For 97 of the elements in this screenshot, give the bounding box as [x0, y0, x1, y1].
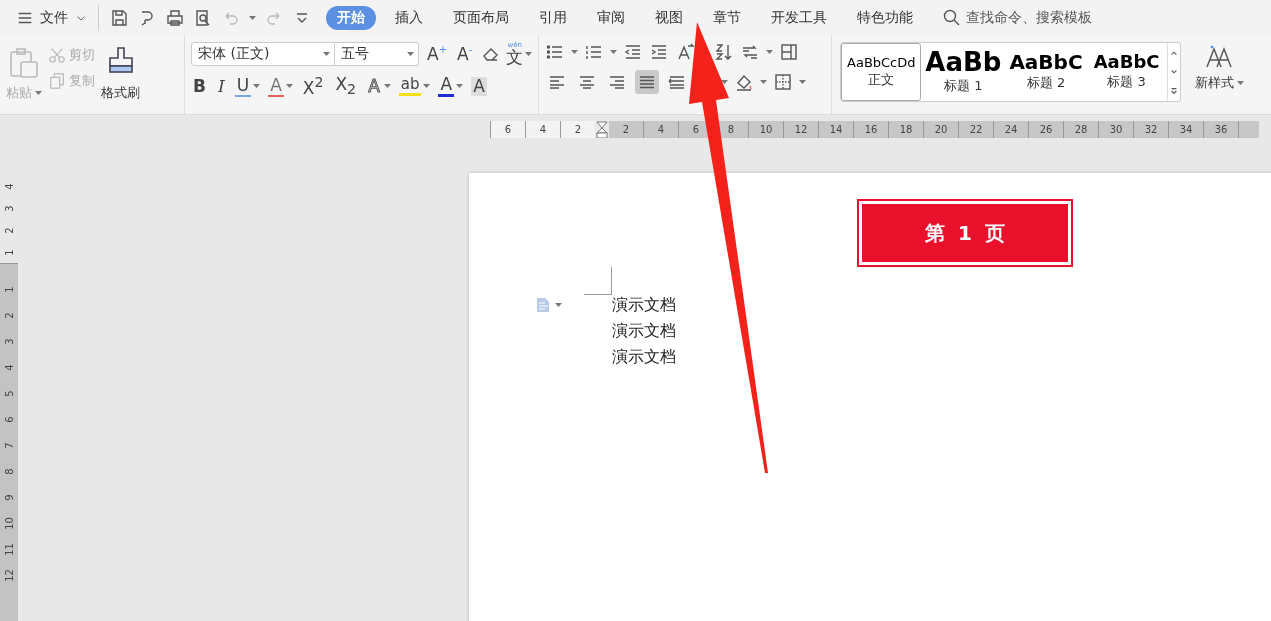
save-icon[interactable]: [109, 8, 129, 28]
superscript-button[interactable]: X$^{2}$: [300, 74, 326, 98]
ruler-number: 2: [3, 311, 15, 319]
format-painter-button[interactable]: 格式刷: [101, 84, 140, 102]
style-preset[interactable]: AaBbC 标题 3: [1086, 43, 1167, 101]
ribbon-tab[interactable]: 插入: [384, 6, 434, 30]
font-size-field[interactable]: 五号: [335, 42, 419, 66]
shading-icon[interactable]: [734, 72, 755, 92]
ruler-number: 3: [3, 204, 15, 212]
ribbon-tab[interactable]: 章节: [702, 6, 752, 30]
ribbon-tab[interactable]: 视图: [644, 6, 694, 30]
search-field[interactable]: 查找命令、搜索模板: [966, 9, 1092, 27]
ruler-number: 5: [3, 389, 15, 397]
ribbon-tab[interactable]: 审阅: [586, 6, 636, 30]
underline-button[interactable]: U: [234, 74, 261, 98]
ribbon-tab[interactable]: 引用: [528, 6, 578, 30]
ribbon-tab[interactable]: 开发工具: [760, 6, 838, 30]
ruler-number: 7: [3, 441, 15, 449]
ruler-number: 11: [3, 542, 15, 556]
grow-button[interactable]: A$^{+}$: [425, 42, 450, 66]
text-direction-icon[interactable]: [675, 42, 696, 62]
italic-button[interactable]: I: [215, 74, 227, 98]
caret-icon[interactable]: [555, 303, 562, 307]
ruler-number: 4: [3, 363, 15, 371]
caret-icon[interactable]: [525, 52, 533, 56]
new-style-icon[interactable]: [1204, 44, 1235, 70]
frame-icon[interactable]: [779, 42, 800, 62]
search-icon[interactable]: [942, 8, 962, 28]
ruler-number: 1: [3, 285, 15, 293]
ruler-number: 12: [784, 120, 819, 138]
file-menu[interactable]: 文件: [40, 9, 68, 27]
ruler-number: 8: [3, 467, 15, 475]
bold-button[interactable]: B: [191, 74, 208, 98]
font-family-field[interactable]: 宋体 (正文): [191, 42, 335, 66]
caret-icon[interactable]: [249, 16, 256, 20]
ruler-number: 4: [644, 120, 679, 138]
ruler-number: 6: [490, 120, 525, 138]
ruler-number: 16: [854, 120, 889, 138]
style-preset[interactable]: AaBbCcDd 正文: [841, 43, 922, 101]
document-text-line: 演示文档: [612, 294, 676, 316]
ruler-number: 10: [749, 120, 784, 138]
shrink-button[interactable]: A$^{-}$: [455, 42, 475, 66]
scroll-down-icon[interactable]: [1169, 68, 1178, 76]
caret-icon[interactable]: [571, 50, 579, 54]
caret-icon[interactable]: [285, 84, 293, 88]
margin-corner-mark: [584, 267, 612, 295]
caret-icon[interactable]: [456, 84, 464, 88]
ruler-number: 20: [924, 120, 959, 138]
expand-icon[interactable]: [1169, 87, 1178, 96]
ruler-number: 28: [1064, 120, 1099, 138]
indent-marker-icon[interactable]: [595, 120, 609, 138]
ruler-number: 2: [560, 120, 595, 138]
ruler-number: 10: [3, 516, 15, 530]
document-text-line: 演示文档: [612, 320, 676, 342]
ruler-number: 14: [819, 120, 854, 138]
caret-icon[interactable]: [423, 84, 431, 88]
caret-icon[interactable]: [253, 84, 261, 88]
ruler-number: 32: [1134, 120, 1169, 138]
ruler-number: 2: [3, 226, 15, 234]
subscript-button[interactable]: X$_{2}$: [333, 74, 359, 98]
ruler-number: 34: [1169, 120, 1204, 138]
ruler-number: 4: [3, 182, 15, 190]
strike-button[interactable]: A: [268, 74, 293, 98]
ribbon-tab[interactable]: 特色功能: [846, 6, 924, 30]
ruler-number: 4: [525, 120, 560, 138]
ruler-number: 26: [1029, 120, 1064, 138]
new-style-button[interactable]: 新样式: [1194, 74, 1244, 92]
ruler-number: 36: [1204, 120, 1239, 138]
border-icon[interactable]: [773, 72, 794, 92]
ruler-number: 6: [3, 415, 15, 423]
shade-button[interactable]: A: [471, 74, 487, 98]
ribbon-tab[interactable]: 页面布局: [442, 6, 520, 30]
ruler-number: 30: [1099, 120, 1134, 138]
ruler-number: 12: [3, 568, 15, 582]
ruler-number: 9: [3, 493, 15, 501]
caret-icon[interactable]: [766, 50, 774, 54]
caret-icon[interactable]: [760, 80, 768, 84]
highlight-button[interactable]: ab: [398, 74, 431, 98]
caret-icon[interactable]: [610, 50, 618, 54]
ruler-number: 24: [994, 120, 1029, 138]
ruler-number: 18: [889, 120, 924, 138]
caret-icon[interactable]: [799, 80, 807, 84]
ruler-number: 2: [609, 120, 644, 138]
ruler-number: 3: [3, 337, 15, 345]
page-number-banner: 第 1 页: [857, 199, 1073, 267]
document-text-line: 演示文档: [612, 346, 676, 368]
style-preset[interactable]: AaBbC 标题 2: [1005, 43, 1087, 101]
caret-icon[interactable]: [1236, 81, 1244, 85]
caret-icon[interactable]: [323, 52, 330, 56]
caret-icon[interactable]: [721, 80, 729, 84]
color-button[interactable]: A: [438, 74, 464, 98]
ruler-number: 1: [3, 248, 15, 256]
caret-icon[interactable]: [383, 84, 391, 88]
style-preset[interactable]: AaBb 标题 1: [921, 43, 1006, 101]
print-icon[interactable]: [165, 8, 185, 28]
caret-icon[interactable]: [407, 52, 414, 56]
ruler-number: 22: [959, 120, 994, 138]
